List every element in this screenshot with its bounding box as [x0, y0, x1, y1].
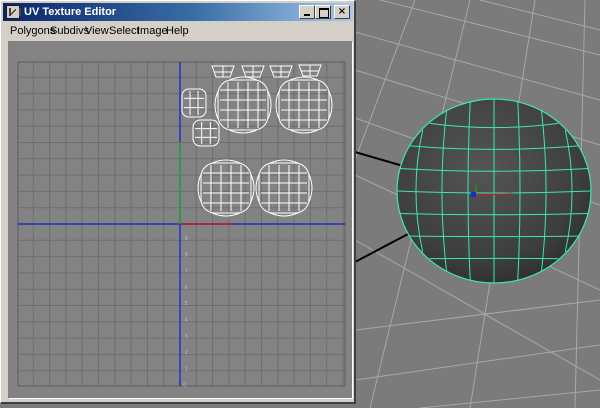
floor-grid-line — [355, 344, 600, 381]
v-tick-label: .8 — [183, 252, 188, 258]
menu-help[interactable]: Help — [166, 22, 189, 40]
floor-grid-line — [419, 389, 600, 408]
window-titlebar[interactable]: UV Texture Editor × — [3, 3, 353, 21]
menu-polygons[interactable]: Polygons — [10, 22, 55, 40]
close-button[interactable]: × — [334, 5, 350, 19]
v-tick-label: 0 — [183, 383, 186, 389]
floor-grid-line — [479, 0, 600, 31]
v-tick-label: .7 — [183, 269, 188, 275]
v-tick-label: .1 — [183, 366, 188, 372]
maximize-button[interactable] — [315, 5, 331, 19]
minimize-button[interactable] — [299, 5, 315, 19]
uv-shell-top-right[interactable] — [275, 76, 333, 134]
svg-text:×: × — [506, 190, 513, 199]
floor-grid-line — [379, 0, 600, 56]
uv-editor-view[interactable]: .9 .8 .7 .6 .5 .4 .3 .2 .1 0 — [9, 42, 352, 398]
menu-select[interactable]: Select — [109, 22, 140, 40]
sphere-object[interactable] — [396, 98, 592, 284]
uv-shells[interactable] — [181, 64, 333, 217]
uv-shell-cap[interactable] — [211, 65, 235, 78]
v-tick-label: .4 — [183, 318, 188, 324]
v-tick-label: .2 — [183, 350, 188, 356]
v-tick-label: .9 — [183, 236, 188, 242]
maya-app-icon[interactable] — [6, 5, 21, 19]
v-tick-label: .5 — [183, 301, 188, 307]
uv-canvas[interactable]: .9 .8 .7 .6 .5 .4 .3 .2 .1 0 — [8, 41, 353, 399]
floor-grid-line — [354, 31, 600, 101]
uv-shell-cap[interactable] — [269, 65, 293, 78]
window-title: UV Texture Editor — [24, 6, 117, 18]
menu-view[interactable]: View — [85, 22, 109, 40]
v-tick-label: .3 — [183, 334, 188, 340]
uv-tick-labels: .9 .8 .7 .6 .5 .4 .3 .2 .1 0 — [183, 236, 188, 389]
uv-axes — [18, 62, 345, 386]
menu-image[interactable]: Image — [137, 22, 168, 40]
uv-shell-cap[interactable] — [298, 64, 322, 77]
menu-subdivs[interactable]: Subdivs — [50, 22, 89, 40]
uv-shell-top-middle[interactable] — [214, 76, 272, 134]
uv-texture-editor-window[interactable]: UV Texture Editor × Polygons Subdivs Vie… — [0, 0, 356, 404]
v-tick-label: .6 — [183, 285, 188, 291]
menu-bar: Polygons Subdivs View Select Image Help — [3, 22, 353, 40]
